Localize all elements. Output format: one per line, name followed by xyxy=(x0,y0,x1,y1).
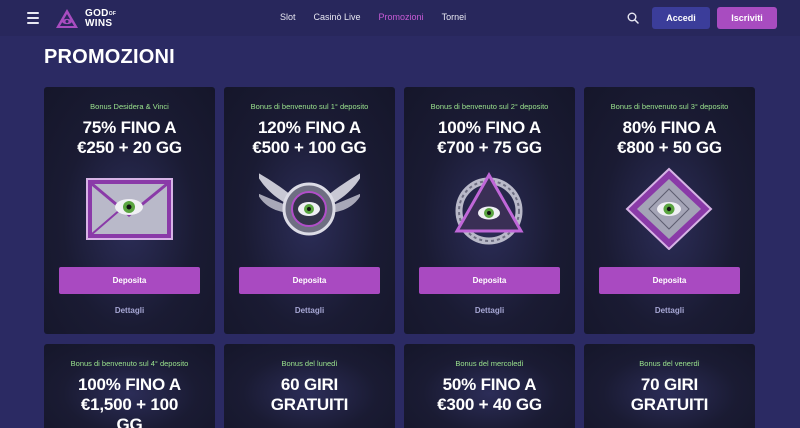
promo-title: 50% FINO A €300 + 40 GG xyxy=(404,375,575,415)
envelope-eye-icon xyxy=(86,178,173,240)
winged-eye-icon xyxy=(259,173,360,236)
menu-icon[interactable] xyxy=(27,12,39,24)
diamond-eye-icon xyxy=(625,167,713,250)
promo-title-line: €500 + 100 GG xyxy=(252,138,367,157)
logo-text-wins: WINS xyxy=(85,18,113,29)
nav-promozioni[interactable]: Promozioni xyxy=(379,12,424,22)
promo-title-line: 100% FINO A xyxy=(438,118,541,137)
promo-title-line: 60 GIRI xyxy=(280,375,339,394)
promo-subtitle: Bonus Desidera & Vinci xyxy=(90,102,169,111)
details-link[interactable]: Dettagli xyxy=(584,306,755,315)
nav-slot[interactable]: Slot xyxy=(280,12,296,22)
deposit-button[interactable]: Deposita xyxy=(599,267,740,294)
promo-title-line: 120% FINO A xyxy=(258,118,361,137)
deposit-button[interactable]: Deposita xyxy=(239,267,380,294)
promo-card: Bonus del mercoledì 50% FINO A €300 + 40… xyxy=(404,344,575,428)
promo-title-line: €300 + 40 GG xyxy=(437,395,542,414)
promo-title-line: €700 + 75 GG xyxy=(437,138,542,157)
eye-triangle-logo-icon xyxy=(56,9,78,28)
main-nav: Slot Casinò Live Promozioni Tornei xyxy=(280,12,484,22)
promo-title-line: GRATUITI xyxy=(270,395,349,414)
promo-card: Bonus del lunedì 60 GIRI GRATUITI xyxy=(224,344,395,428)
details-link[interactable]: Dettagli xyxy=(44,306,215,315)
promo-title-line: 75% FINO A xyxy=(82,118,177,137)
promo-title: 75% FINO A €250 + 20 GG xyxy=(44,118,215,158)
promo-card: Bonus di benvenuto sul 2° deposito 100% … xyxy=(404,87,575,334)
promo-title-line: 80% FINO A xyxy=(622,118,717,137)
search-icon[interactable] xyxy=(627,12,639,24)
register-button[interactable]: Iscriviti xyxy=(717,7,777,29)
promo-card: Bonus del venerdì 70 GIRI GRATUITI xyxy=(584,344,755,428)
promo-title-line: €800 + 50 GG xyxy=(617,138,722,157)
promo-subtitle: Bonus del venerdì xyxy=(639,359,700,368)
promo-title: 100% FINO A €1,500 + 100 GG xyxy=(44,375,215,428)
promo-subtitle: Bonus di benvenuto sul 2° deposito xyxy=(430,102,549,111)
promo-title-line: 70 GIRI xyxy=(640,375,699,394)
promo-subtitle: Bonus del mercoledì xyxy=(455,359,524,368)
details-link[interactable]: Dettagli xyxy=(224,306,395,315)
promo-title: 80% FINO A €800 + 50 GG xyxy=(584,118,755,158)
page-title: PROMOZIONI xyxy=(44,46,175,68)
promo-title: 60 GIRI GRATUITI xyxy=(224,375,395,415)
promo-title-line: €250 + 20 GG xyxy=(77,138,182,157)
logo-text-of: OF xyxy=(108,11,117,17)
nav-tornei[interactable]: Tornei xyxy=(442,12,467,22)
promo-subtitle: Bonus di benvenuto sul 1° deposito xyxy=(250,102,369,111)
promo-title-line: €1,500 + 100 xyxy=(80,395,179,414)
logo[interactable]: GODOF WINS xyxy=(55,6,145,32)
details-link[interactable]: Dettagli xyxy=(404,306,575,315)
login-button[interactable]: Accedi xyxy=(652,7,710,29)
promo-title-line: 50% FINO A xyxy=(442,375,537,394)
promo-subtitle: Bonus di benvenuto sul 3° deposito xyxy=(610,102,729,111)
promo-title-line: GRATUITI xyxy=(630,395,709,414)
top-header: GODOF WINS Slot Casinò Live Promozioni T… xyxy=(0,0,800,36)
promo-title-line: 100% FINO A xyxy=(78,375,181,394)
serpent-triangle-eye-icon xyxy=(454,171,524,245)
promo-title: 100% FINO A €700 + 75 GG xyxy=(404,118,575,158)
deposit-button[interactable]: Deposita xyxy=(59,267,200,294)
nav-casino-live[interactable]: Casinò Live xyxy=(314,12,361,22)
promo-subtitle: Bonus di benvenuto sul 4° deposito xyxy=(70,359,189,368)
promo-card: Bonus di benvenuto sul 4° deposito 100% … xyxy=(44,344,215,428)
promo-subtitle: Bonus del lunedì xyxy=(281,359,338,368)
deposit-button[interactable]: Deposita xyxy=(419,267,560,294)
promo-title-line: GG xyxy=(116,415,143,428)
promo-card: Bonus Desidera & Vinci 75% FINO A €250 +… xyxy=(44,87,215,334)
promo-card: Bonus di benvenuto sul 3° deposito 80% F… xyxy=(584,87,755,334)
promo-title: 70 GIRI GRATUITI xyxy=(584,375,755,415)
promo-card: Bonus di benvenuto sul 1° deposito 120% … xyxy=(224,87,395,334)
promo-title: 120% FINO A €500 + 100 GG xyxy=(224,118,395,158)
